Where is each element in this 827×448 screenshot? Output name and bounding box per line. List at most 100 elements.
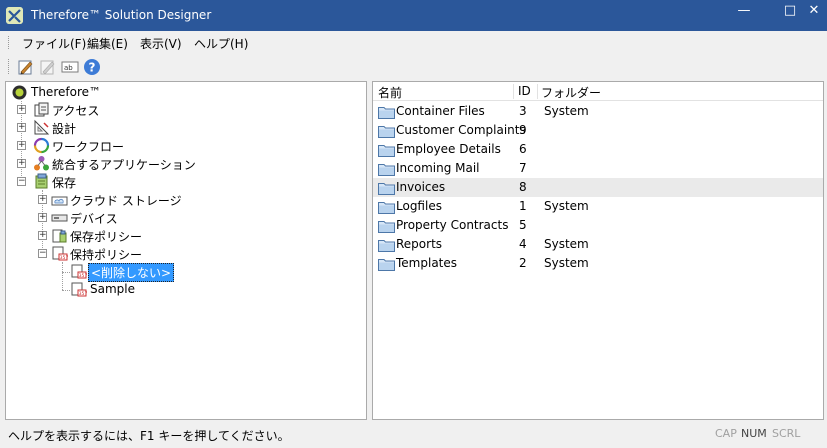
tree-node-label: クラウド ストレージ [70,194,182,208]
table-row[interactable]: Incoming Mail 7 [373,159,823,178]
cell-id: 3 [519,104,527,118]
edit-icon[interactable] [17,58,35,76]
folder-icon [378,124,395,138]
expand-toggle[interactable]: + [17,105,26,114]
cell-name: Incoming Mail [396,161,480,175]
status-message: ヘルプを表示するには、F1 キーを押してください。 [8,429,290,443]
tree-root-label: Therefore™ [31,85,101,99]
collapse-toggle[interactable]: − [38,249,47,258]
tree-view[interactable]: Therefore™ + アクセス + 設計 + ワークフロー + 統合するアプ… [5,81,367,420]
tree-node-integration[interactable]: + 統合するアプリケーション [6,155,366,173]
column-header-id[interactable]: ID [518,84,531,98]
help-icon-glyph: ? [89,61,96,75]
menu-grip [8,36,11,49]
collapse-toggle[interactable]: − [17,177,26,186]
tree-node-label: ワークフロー [52,140,125,154]
svg-text:357: 357 [79,291,87,297]
folder-icon [378,162,395,176]
toolbar-grip [8,59,11,74]
cell-name: Templates [396,256,458,270]
retention-item-icon: 357 [71,282,87,297]
expand-toggle[interactable]: + [17,159,26,168]
cell-id: 4 [519,237,527,251]
tree-node-no-delete[interactable]: 357 <削除しない> [6,263,366,282]
tree-node-workflow[interactable]: + ワークフロー [6,137,366,155]
expand-toggle[interactable]: + [38,231,47,240]
tree-node-label: 統合するアプリケーション [52,158,196,172]
tree-node-device[interactable]: + デバイス [6,209,366,227]
cell-name: Logfiles [396,199,442,213]
menu-view[interactable]: 表示(V) [140,35,182,52]
table-row[interactable]: Reports 4 System [373,235,823,254]
folder-icon [378,238,395,252]
tree-node-label: 保存 [52,176,77,190]
design-icon [34,119,50,135]
cell-id: 2 [519,256,527,270]
toolbar: ab ? [0,55,827,79]
app-icon [6,7,23,24]
table-row[interactable]: Employee Details 6 [373,140,823,159]
cell-id: 9 [519,123,527,137]
therefore-root-icon [12,85,27,100]
table-row[interactable]: Container Files 3 System [373,102,823,121]
cell-folder: System [544,237,589,251]
expand-toggle[interactable]: + [17,123,26,132]
table-row[interactable]: Invoices 8 [373,178,823,197]
menu-file[interactable]: ファイル(F) [22,35,86,52]
retention-item-icon: 357 [71,264,87,279]
column-separator[interactable] [513,84,514,99]
expand-toggle[interactable]: + [38,195,47,204]
window-title: Therefore™ Solution Designer [31,8,212,22]
menu-help[interactable]: ヘルプ(H) [194,35,248,52]
cloud-storage-icon [51,196,68,206]
tree-node-access[interactable]: + アクセス [6,101,366,119]
cell-name: Customer Complaints [396,123,526,137]
cell-name: Invoices [396,180,446,194]
title-bar: Therefore™ Solution Designer — □ ✕ [0,0,827,31]
folder-icon [378,200,395,214]
tree-node-storage[interactable]: − 保存 [6,173,366,191]
tree-node-label: 設計 [52,122,77,136]
tree-root[interactable]: Therefore™ [6,84,366,102]
cell-id: 8 [519,180,527,194]
list-header: 名前 ID フォルダー [373,82,823,101]
table-row[interactable]: Templates 2 System [373,254,823,273]
cap-indicator: CAP [715,427,737,440]
column-header-name[interactable]: 名前 [378,84,402,101]
status-bar: ヘルプを表示するには、F1 キーを押してください。 CAP NUM SCRL [0,422,827,448]
rename-icon[interactable]: ab [61,58,79,76]
close-button[interactable]: ✕ [800,0,827,24]
menu-edit[interactable]: 編集(E) [87,35,128,52]
expand-toggle[interactable]: + [17,141,26,150]
storage-policy-icon [52,229,67,243]
table-row[interactable]: Logfiles 1 System [373,197,823,216]
expand-toggle[interactable]: + [38,213,47,222]
tree-node-label-selected: <削除しない> [88,263,175,282]
tree-node-retention-policy[interactable]: − 357 保持ポリシー [6,245,366,263]
cell-id: 6 [519,142,527,156]
column-separator[interactable] [537,84,538,99]
list-view[interactable]: 名前 ID フォルダー Container Files 3 System Custom… [372,81,824,420]
num-indicator: NUM [741,427,767,440]
folder-icon [378,105,395,119]
tree-node-design[interactable]: + 設計 [6,119,366,137]
table-row[interactable]: Property Contracts 5 [373,216,823,235]
column-header-folder[interactable]: フォルダー [541,84,601,101]
device-icon [51,214,68,222]
tree-node-storage-policy[interactable]: + 保存ポリシー [6,227,366,245]
minimize-button[interactable]: — [730,0,758,24]
tree-node-label: 保持ポリシー [70,248,143,262]
tree-node-sample[interactable]: 357 Sample [6,281,366,299]
integration-icon [34,156,49,171]
table-row[interactable]: Customer Complaints 9 [373,121,823,140]
cell-id: 1 [519,199,527,213]
tree-node-cloud-storage[interactable]: + クラウド ストレージ [6,191,366,209]
cell-folder: System [544,104,589,118]
cell-name: Container Files [396,104,485,118]
help-icon[interactable]: ? [83,58,101,76]
cell-id: 7 [519,161,527,175]
svg-text:357: 357 [79,273,87,279]
storage-icon [35,173,48,189]
cell-folder: System [544,256,589,270]
tree-node-label: デバイス [70,212,118,226]
